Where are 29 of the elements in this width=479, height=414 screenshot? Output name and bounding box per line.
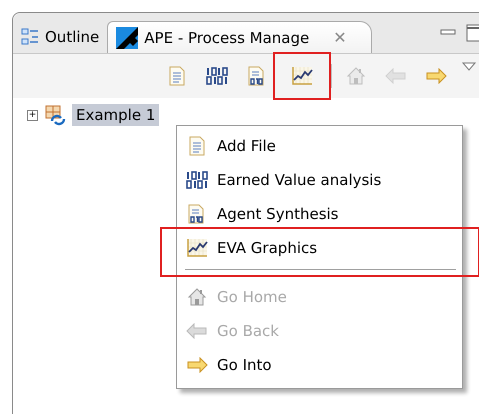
right-arrow-icon [425, 68, 447, 84]
menu-item[interactable]: Go Into [177, 348, 462, 382]
dropdown-icon[interactable] [462, 62, 476, 72]
binary-document-icon [248, 66, 266, 86]
left-arrow-icon [385, 68, 407, 84]
line-chart-icon [291, 66, 313, 86]
outline-icon [21, 28, 39, 46]
document-icon [169, 66, 185, 86]
menu-item[interactable]: Add File [177, 129, 462, 163]
toolbar-button[interactable] [273, 52, 331, 100]
binary-digits-icon [206, 67, 228, 85]
logo-icon [116, 26, 138, 48]
menu-item[interactable]: Agent Synthesis [177, 197, 462, 231]
binary-document-icon [188, 204, 206, 224]
view-tab[interactable]: Outline [13, 21, 108, 53]
right-arrow-icon [186, 357, 208, 373]
maximize-icon[interactable] [466, 24, 479, 42]
binary-digits-icon [186, 171, 208, 189]
tree-item[interactable]: Example 1 [72, 104, 160, 126]
view-tab[interactable]: APE - Process Manage ✕ [107, 21, 372, 53]
process-icon [44, 104, 66, 126]
line-chart-icon [186, 238, 208, 258]
house-icon [346, 66, 366, 86]
house-icon [187, 287, 207, 307]
menu-item[interactable]: EVA Graphics [177, 231, 462, 265]
menu-item[interactable]: Earned Value analysis [177, 163, 462, 197]
document-icon [189, 136, 205, 156]
left-arrow-icon [186, 323, 208, 339]
expand-toggle[interactable]: + [27, 110, 38, 120]
